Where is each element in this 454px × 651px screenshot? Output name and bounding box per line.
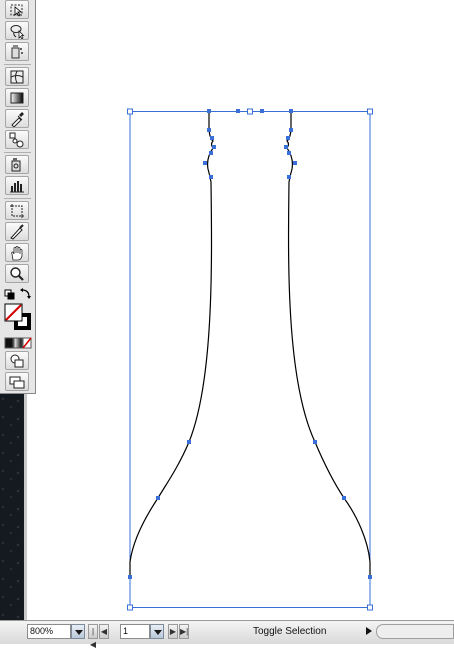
lasso-icon — [10, 25, 25, 39]
bounding-box-handles[interactable] — [127, 108, 373, 611]
symbol-sprayer-tool[interactable] — [5, 42, 29, 61]
bounding-box[interactable] — [129, 111, 371, 608]
handle-bottom-right — [367, 604, 373, 611]
previous-page-button[interactable]: ◀ — [99, 624, 109, 639]
zoom-dropdown-button[interactable] — [71, 624, 85, 639]
page-dropdown-button[interactable] — [150, 624, 164, 639]
eyedropper-tool[interactable] — [5, 109, 29, 128]
draw-mode-icon — [10, 354, 24, 368]
color-mode-buttons[interactable] — [4, 337, 34, 349]
graph-tool[interactable] — [5, 176, 29, 195]
column-graph-icon — [10, 181, 24, 193]
mesh-tool[interactable] — [5, 67, 29, 86]
canvas-edge — [24, 394, 27, 620]
tool-separator — [4, 64, 31, 65]
first-page-button[interactable]: |◀ — [88, 624, 98, 649]
status-label: Toggle Selection — [253, 626, 327, 637]
desktop-background — [0, 394, 24, 644]
direct-selection-tool[interactable] — [5, 0, 29, 19]
gradient-icon — [10, 92, 24, 104]
handle-top-left — [127, 108, 133, 115]
mesh-icon — [10, 70, 24, 84]
handle-top-right — [367, 108, 373, 115]
hand-icon — [11, 246, 23, 261]
hand-tool[interactable] — [5, 243, 29, 262]
horizontal-scrollbar[interactable] — [376, 624, 454, 639]
blend-icon — [9, 132, 24, 148]
fill-stroke-swatches[interactable] — [4, 303, 34, 333]
color-mode-button[interactable] — [4, 337, 14, 349]
tool-separator — [4, 198, 31, 199]
symbol-sprayer-icon — [11, 45, 23, 59]
gradient-tool[interactable] — [5, 88, 29, 107]
draw-mode-button[interactable] — [5, 351, 29, 370]
handle-top-center — [247, 108, 253, 115]
crop-area-tool[interactable] — [5, 201, 29, 220]
zoom-level-field[interactable]: 800% — [27, 624, 71, 639]
symbol-tool[interactable] — [5, 155, 29, 174]
default-swap-colors[interactable] — [4, 287, 34, 301]
slice-tool[interactable] — [5, 222, 29, 241]
screen-mode-button[interactable] — [5, 372, 29, 391]
fill-none-swatch[interactable] — [4, 303, 23, 322]
slice-knife-icon — [10, 224, 24, 240]
tool-separator — [4, 152, 31, 153]
tools-panel — [0, 0, 36, 394]
last-page-button[interactable]: ▶| — [179, 624, 189, 639]
screen-mode-icon — [9, 376, 25, 389]
default-fill-stroke-icon[interactable] — [4, 289, 15, 300]
handle-bottom-left — [127, 604, 133, 611]
lasso-tool[interactable] — [5, 21, 29, 40]
blend-tool[interactable] — [5, 130, 29, 149]
anchor-points[interactable] — [128, 109, 372, 579]
symbol-icon — [11, 158, 21, 172]
zoom-tool[interactable] — [5, 264, 29, 283]
bottle-path[interactable] — [129, 111, 371, 578]
gradient-mode-button[interactable] — [13, 337, 23, 349]
next-page-button[interactable]: ▶ — [168, 624, 178, 639]
swap-fill-stroke-icon[interactable] — [20, 288, 31, 299]
none-mode-button[interactable] — [22, 337, 32, 349]
eyedropper-icon — [11, 112, 24, 127]
artboard-canvas[interactable] — [0, 0, 454, 620]
status-bar: 800% |◀ ◀ 1 ▶ ▶| Toggle Selection — [0, 620, 454, 649]
page-number-field[interactable]: 1 — [120, 624, 150, 639]
crop-icon — [10, 204, 24, 218]
magnifier-icon — [10, 267, 24, 281]
direct-select-icon — [10, 4, 23, 17]
status-menu-arrow-icon[interactable] — [366, 627, 372, 635]
